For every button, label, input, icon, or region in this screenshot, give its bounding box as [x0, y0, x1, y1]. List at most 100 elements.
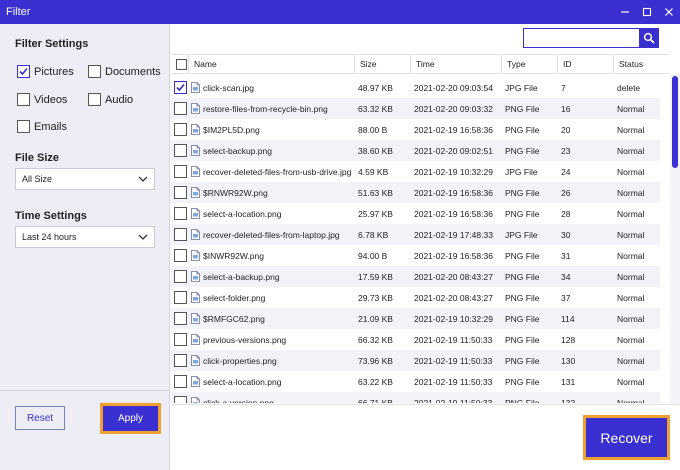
cell-time: 2021-02-19 16:58:36	[414, 245, 502, 266]
checkbox-emails[interactable]: Emails	[17, 120, 67, 133]
table-row[interactable]: recover-deleted-files-from-laptop.jpg 6.7…	[171, 224, 660, 245]
row-checkbox[interactable]	[174, 207, 187, 220]
table-row[interactable]: select-a-location.png 63.22 KB 2021-02-19 …	[171, 371, 660, 392]
file-size-dropdown[interactable]: All Size	[15, 168, 155, 190]
table-row[interactable]: $IM2PL5D.png 88.00 B 2021-02-19 16:58:36 PN…	[171, 119, 660, 140]
scrollbar-thumb[interactable]	[672, 76, 678, 168]
cell-size-text: 66.32 KB	[358, 334, 393, 345]
column-header-name[interactable]: Name	[188, 55, 354, 73]
cell-size-text: 25.97 KB	[358, 208, 393, 219]
table-row[interactable]: select-folder.png 29.73 KB 2021-02-20 08:4…	[171, 287, 660, 308]
table-row[interactable]: $RMFGC62.png 21.09 KB 2021-02-19 10:32:29 P…	[171, 308, 660, 329]
row-checkbox[interactable]	[174, 165, 187, 178]
cell-time: 2021-02-20 08:43:27	[414, 266, 502, 287]
cell-type: PNG File	[505, 392, 557, 404]
cell-size-text: 63.22 KB	[358, 376, 393, 387]
table-row[interactable]: click-a-version.png 66.71 KB 2021-02-19 11…	[171, 392, 660, 403]
cell-status: Normal	[617, 329, 660, 350]
row-checkbox[interactable]	[174, 396, 187, 403]
row-checkbox[interactable]	[174, 354, 187, 367]
table-row[interactable]: select-a-backup.png 17.59 KB 2021-02-20 08…	[171, 266, 660, 287]
cell-name: select-a-backup.png	[191, 266, 351, 287]
cell-id-text: 34	[561, 271, 571, 282]
row-checkbox[interactable]	[174, 186, 187, 199]
minimize-button[interactable]	[614, 0, 636, 24]
checkbox-pictures-box[interactable]	[17, 65, 30, 78]
table-row[interactable]: click-scan.jpg 48.97 KB 2021-02-20 09:03:5…	[171, 77, 660, 98]
file-icon	[191, 355, 200, 366]
table-row[interactable]: select-a-location.png 25.97 KB 2021-02-19 …	[171, 203, 660, 224]
cell-time: 2021-02-19 11:50:33	[414, 392, 502, 404]
row-checkbox[interactable]	[174, 144, 187, 157]
table-row[interactable]: $INWR92W.png 94.00 B 2021-02-19 16:58:36 PN…	[171, 245, 660, 266]
column-header-type[interactable]: Type	[501, 55, 557, 73]
cell-status: Normal	[617, 245, 660, 266]
search-input[interactable]	[523, 28, 639, 48]
maximize-button[interactable]	[636, 0, 658, 24]
row-checkbox[interactable]	[174, 375, 187, 388]
time-settings-dropdown[interactable]: Last 24 hours	[15, 226, 155, 248]
checkbox-pictures[interactable]: Pictures	[17, 65, 74, 78]
cell-type-text: JPG File	[505, 229, 538, 240]
search-button[interactable]	[639, 28, 659, 48]
cell-id-text: 37	[561, 292, 571, 303]
checkbox-audio[interactable]: Audio	[88, 93, 133, 106]
cell-type: JPG File	[505, 224, 557, 245]
cell-status-text: Normal	[617, 313, 645, 324]
row-checkbox[interactable]	[174, 102, 187, 115]
select-all-checkbox[interactable]	[176, 58, 187, 70]
cell-type: PNG File	[505, 182, 557, 203]
reset-button[interactable]: Reset	[15, 406, 65, 430]
checkbox-videos[interactable]: Videos	[17, 93, 67, 106]
table-row[interactable]: select-backup.png 38.60 KB 2021-02-20 09:0…	[171, 140, 660, 161]
row-checkbox[interactable]	[174, 312, 187, 325]
column-header-size[interactable]: Size	[354, 55, 410, 73]
cell-id: 7	[561, 77, 613, 98]
row-checkbox[interactable]	[174, 333, 187, 346]
table-row[interactable]: click-properties.png 73.96 KB 2021-02-19 1…	[171, 350, 660, 371]
cell-time: 2021-02-20 09:02:51	[414, 140, 502, 161]
row-checkbox[interactable]	[174, 249, 187, 262]
cell-name: click-properties.png	[191, 350, 351, 371]
table-row[interactable]: $RNWR92W.png 51.63 KB 2021-02-19 16:58:36 P…	[171, 182, 660, 203]
checkbox-emails-box[interactable]	[17, 120, 30, 133]
close-button[interactable]	[658, 0, 680, 24]
search-icon	[643, 32, 655, 44]
checkbox-audio-box[interactable]	[88, 93, 101, 106]
column-header-status[interactable]: Status	[613, 55, 670, 73]
recover-button[interactable]: Recover	[586, 418, 667, 457]
cell-name-text: recover-deleted-files-from-usb-drive.jpg	[203, 166, 351, 177]
row-checkbox[interactable]	[174, 123, 187, 136]
cell-id: 114	[561, 308, 613, 329]
cell-type: PNG File	[505, 98, 557, 119]
checkbox-documents-box[interactable]	[88, 65, 101, 78]
row-checkbox[interactable]	[174, 291, 187, 304]
time-settings-value: Last 24 hours	[22, 232, 77, 242]
vertical-scrollbar[interactable]	[670, 74, 680, 404]
checkbox-videos-box[interactable]	[17, 93, 30, 106]
cell-time: 2021-02-19 16:58:36	[414, 119, 502, 140]
table-row[interactable]: recover-deleted-files-from-usb-drive.jpg…	[171, 161, 660, 182]
checkbox-documents[interactable]: Documents	[88, 65, 161, 78]
cell-status-text: Normal	[617, 271, 645, 282]
cell-id: 23	[561, 140, 613, 161]
row-checkbox[interactable]	[174, 270, 187, 283]
file-icon	[191, 145, 200, 156]
file-icon	[191, 103, 200, 114]
cell-status: Normal	[617, 371, 660, 392]
column-header-time[interactable]: Time	[410, 55, 501, 73]
cell-status-text: Normal	[617, 292, 645, 303]
row-checkbox[interactable]	[174, 228, 187, 241]
cell-id: 16	[561, 98, 613, 119]
cell-type-text: PNG File	[505, 271, 540, 282]
cell-name-text: select-a-backup.png	[203, 271, 280, 282]
apply-button[interactable]: Apply	[103, 406, 158, 431]
cell-status-text: delete	[617, 82, 641, 93]
cell-size-text: 17.59 KB	[358, 271, 393, 282]
table-row[interactable]: previous-versions.png 66.32 KB 2021-02-19 …	[171, 329, 660, 350]
cell-type: PNG File	[505, 119, 557, 140]
cell-name: select-a-location.png	[191, 371, 351, 392]
row-checkbox[interactable]	[174, 81, 187, 94]
table-row[interactable]: restore-files-from-recycle-bin.png 63.32 …	[171, 98, 660, 119]
column-header-id[interactable]: ID	[557, 55, 613, 73]
